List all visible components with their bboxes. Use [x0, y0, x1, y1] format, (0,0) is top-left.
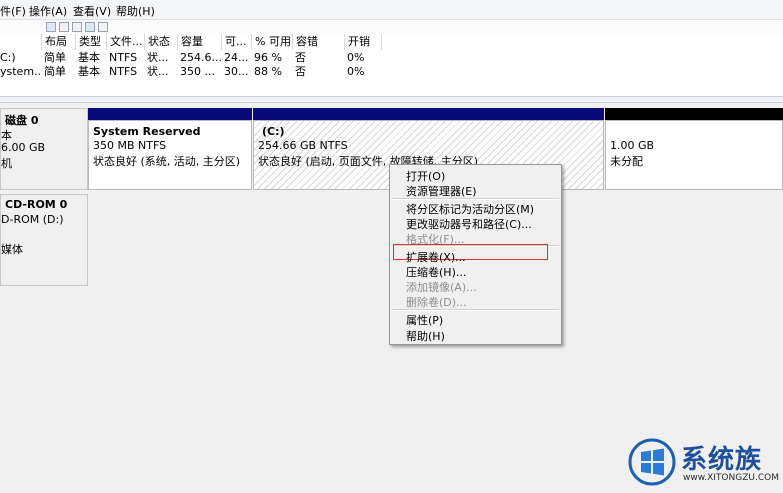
- watermark-brand: 系统族: [681, 445, 763, 475]
- col-filesystem[interactable]: 文件...: [106, 34, 144, 50]
- col-free[interactable]: 可...: [221, 34, 251, 50]
- volume-list-header: 布局 类型 文件... 状态 容量 可... % 可用 容错 开销: [0, 34, 783, 50]
- cell-free: 24...: [224, 51, 249, 64]
- menu-item-shrink-volume[interactable]: 压缩卷(H)...: [406, 264, 466, 280]
- cdrom0-title: CD-ROM 0: [5, 198, 68, 211]
- cell-free: 30...: [224, 65, 249, 78]
- watermark-url: www.XITONGZU.COM: [683, 473, 779, 483]
- up-icon[interactable]: [72, 22, 82, 32]
- cell-capacity: 350 ...: [180, 65, 215, 78]
- col-status[interactable]: 状态: [144, 34, 177, 50]
- col-fault-tolerance[interactable]: 容错: [292, 34, 344, 50]
- pane-splitter[interactable]: [0, 96, 783, 103]
- unallocated-partition[interactable]: 1.00 GB 未分配: [605, 120, 783, 190]
- menu-item-open[interactable]: 打开(O): [406, 168, 445, 184]
- cell-volume: ystem...: [0, 65, 40, 78]
- menu-help[interactable]: 帮助(H): [116, 3, 155, 19]
- cell-pct: 96 %: [254, 51, 282, 64]
- menu-separator: [392, 309, 559, 311]
- menu-action[interactable]: 操作(A): [29, 3, 67, 19]
- disk0-state: 机: [1, 157, 12, 170]
- menu-file[interactable]: 件(F): [0, 3, 26, 19]
- forward-icon[interactable]: [59, 22, 69, 32]
- disk0-title: 磁盘 0: [5, 114, 39, 127]
- cell-layout: 简单: [44, 65, 66, 78]
- system-reserved-partition[interactable]: System Reserved 350 MB NTFS 状态良好 (系统, 活动…: [88, 120, 252, 190]
- cell-volume: C:): [0, 51, 16, 64]
- menu-item-add-mirror: 添加镜像(A)...: [406, 281, 477, 294]
- menu-item-delete-volume: 删除卷(D)...: [406, 296, 467, 309]
- table-row[interactable]: C:) 简单 基本 NTFS 状... 254.6... 24... 96 % …: [0, 51, 783, 65]
- menu-item-change-drive-letter[interactable]: 更改驱动器号和路径(C)...: [406, 216, 532, 232]
- system-reserved-bar: [88, 108, 252, 120]
- partition-size: 350 MB NTFS: [93, 139, 167, 152]
- partition-status: 状态良好 (系统, 活动, 主分区): [93, 155, 241, 168]
- menu-item-extend-volume[interactable]: 扩展卷(X)...: [406, 249, 466, 265]
- menu-separator: [392, 198, 559, 200]
- menu-item-explorer[interactable]: 资源管理器(E): [406, 183, 477, 199]
- cell-fault: 否: [295, 51, 306, 64]
- col-layout[interactable]: 布局: [41, 34, 75, 50]
- cell-fs: NTFS: [109, 65, 138, 78]
- help-icon[interactable]: [98, 22, 108, 32]
- cell-status: 状...: [147, 65, 169, 78]
- toolbar: [0, 20, 783, 33]
- cdrom0-media: 媒体: [1, 243, 23, 256]
- cdrom0-drive: D-ROM (D:): [1, 213, 64, 226]
- disk0-size: 6.00 GB: [1, 141, 46, 154]
- menu-item-mark-active[interactable]: 将分区标记为活动分区(M): [406, 201, 534, 217]
- cell-layout: 简单: [44, 51, 66, 64]
- cdrom0-label-box[interactable]: CD-ROM 0 D-ROM (D:) 媒体: [0, 194, 88, 286]
- menu-bar: 件(F) 操作(A) 查看(V) 帮助(H): [0, 0, 783, 20]
- col-type[interactable]: 类型: [75, 34, 106, 50]
- cell-type: 基本: [78, 51, 100, 64]
- partition-size: 254.66 GB NTFS: [258, 139, 348, 152]
- col-capacity[interactable]: 容量: [177, 34, 221, 50]
- menu-item-help[interactable]: 帮助(H): [406, 328, 445, 344]
- cell-pct: 88 %: [254, 65, 282, 78]
- cell-overhead: 0%: [347, 51, 365, 64]
- c-partition-bar: [253, 108, 604, 120]
- partition-size: 1.00 GB: [610, 139, 655, 152]
- context-menu: 打开(O) 资源管理器(E) 将分区标记为活动分区(M) 更改驱动器号和路径(C…: [389, 164, 562, 345]
- cell-type: 基本: [78, 65, 100, 78]
- disk0-label-box[interactable]: 磁盘 0 本 6.00 GB 机: [0, 108, 88, 190]
- cell-status: 状...: [147, 51, 169, 64]
- partition-name: (C:): [262, 125, 285, 138]
- properties-icon[interactable]: [85, 22, 95, 32]
- windows-logo-icon: [628, 438, 676, 486]
- partition-name: System Reserved: [93, 125, 201, 138]
- watermark: 系统族 www.XITONGZU.COM: [627, 437, 779, 487]
- cell-fs: NTFS: [109, 51, 138, 64]
- menu-item-properties[interactable]: 属性(P): [406, 312, 443, 328]
- partition-status: 未分配: [610, 155, 643, 168]
- cell-fault: 否: [295, 65, 306, 78]
- col-pct-free[interactable]: % 可用: [251, 34, 292, 50]
- cell-overhead: 0%: [347, 65, 365, 78]
- cell-capacity: 254.6...: [180, 51, 222, 64]
- unallocated-bar: [605, 108, 783, 120]
- back-icon[interactable]: [46, 22, 56, 32]
- col-overhead[interactable]: 开销: [344, 34, 382, 50]
- table-row[interactable]: ystem... 简单 基本 NTFS 状... 350 ... 30... 8…: [0, 65, 783, 79]
- menu-view[interactable]: 查看(V): [73, 3, 111, 19]
